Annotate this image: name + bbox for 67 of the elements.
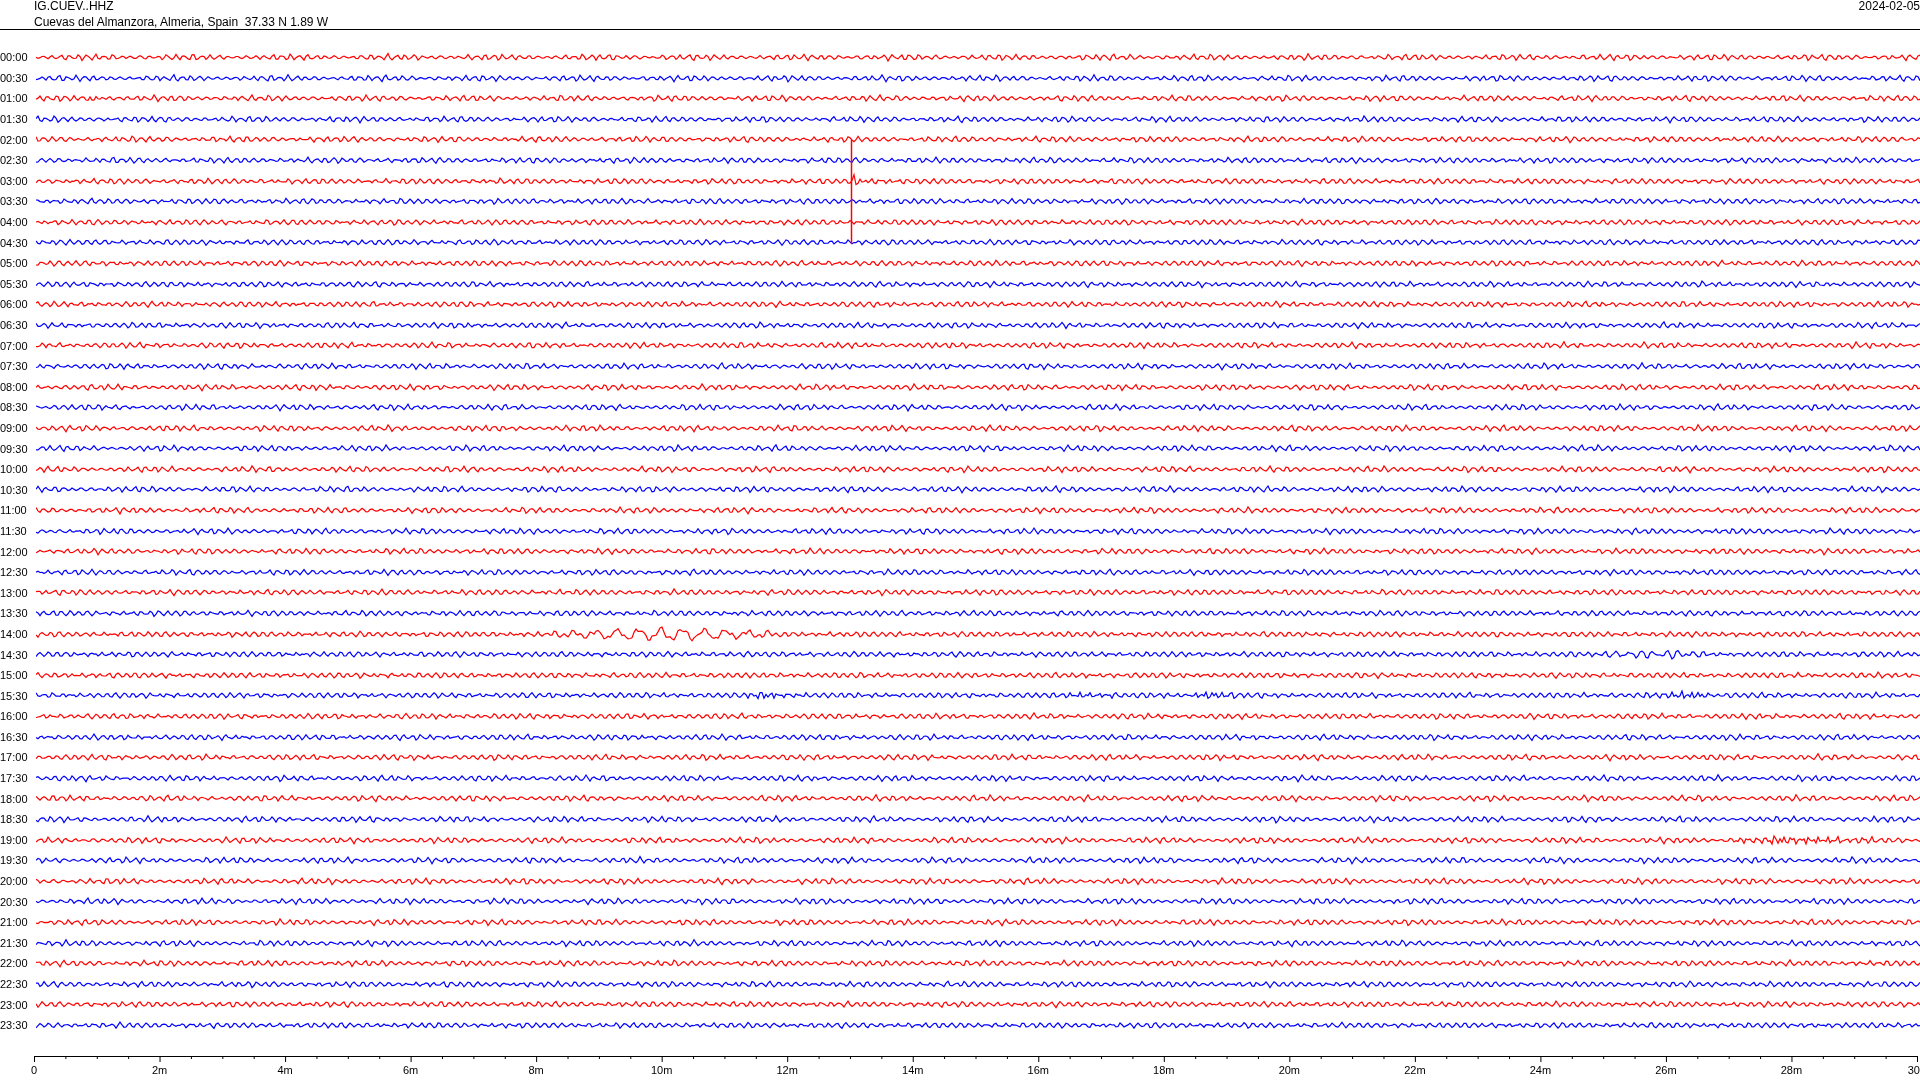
time-label: 02:00	[0, 133, 29, 146]
time-label: 16:30	[0, 730, 29, 743]
time-label: 13:00	[0, 586, 29, 599]
time-label: 13:30	[0, 607, 29, 620]
axis-label: 16m	[1027, 1063, 1049, 1076]
time-label: 00:30	[0, 71, 29, 84]
time-label: 01:00	[0, 92, 29, 105]
time-label: 07:30	[0, 360, 29, 373]
station-code: IG.CUEV..HHZ	[34, 0, 115, 13]
station-location: Cuevas del Almanzora, Almeria, Spain 37.33 N 1.89 W	[34, 16, 329, 29]
time-label: 14:30	[0, 648, 29, 661]
axis-label: 14m	[902, 1063, 924, 1076]
time-label: 18:00	[0, 792, 29, 805]
time-label: 05:00	[0, 257, 29, 270]
time-label: 10:00	[0, 463, 29, 476]
time-label: 19:00	[0, 833, 29, 846]
time-label: 01:30	[0, 113, 29, 126]
time-label: 05:30	[0, 277, 29, 290]
time-label: 15:30	[0, 689, 29, 702]
axis-label: 30	[1907, 1063, 1920, 1076]
axis-label: 26m	[1655, 1063, 1677, 1076]
axis-label: 22m	[1404, 1063, 1426, 1076]
time-label: 17:30	[0, 772, 29, 785]
time-label: 02:30	[0, 154, 29, 167]
time-label: 06:00	[0, 298, 29, 311]
time-label: 03:30	[0, 195, 29, 208]
time-label: 22:30	[0, 978, 29, 990]
time-label: 11:30	[0, 524, 28, 537]
time-label: 12:30	[0, 566, 29, 579]
time-label: 15:00	[0, 669, 29, 682]
time-label: 12:00	[0, 545, 29, 558]
axis-label: 24m	[1529, 1063, 1552, 1076]
time-label: 00:00	[0, 51, 29, 64]
time-label: 07:00	[0, 339, 29, 352]
time-label: 10:30	[0, 483, 29, 496]
axis-label: 2m	[151, 1063, 168, 1076]
time-label: 18:30	[0, 813, 29, 826]
time-label: 22:00	[0, 957, 29, 970]
time-label: 03:00	[0, 174, 29, 187]
time-label: 23:00	[0, 998, 29, 1011]
time-label: 19:30	[0, 854, 29, 867]
time-label: 06:30	[0, 319, 29, 331]
time-label: 04:00	[0, 216, 29, 229]
time-label: 21:30	[0, 936, 29, 949]
axis-label: 28m	[1780, 1063, 1803, 1076]
time-label: 09:30	[0, 442, 29, 455]
time-label: 20:00	[0, 875, 29, 888]
time-label: 04:30	[0, 236, 29, 249]
axis-label: 6m	[402, 1063, 419, 1076]
time-label: 14:00	[0, 627, 29, 640]
time-label: 16:00	[0, 710, 29, 723]
axis-label: 8m	[528, 1063, 544, 1076]
time-label: 08:30	[0, 401, 29, 414]
axis-label: 20m	[1278, 1063, 1301, 1076]
time-label: 17:00	[0, 751, 29, 764]
axis-label: 10m	[650, 1063, 673, 1076]
axis-label: 4m	[277, 1063, 293, 1076]
axis-label: 0	[30, 1063, 38, 1076]
axis-label: 18m	[1153, 1063, 1175, 1076]
time-label: 23:30	[0, 1019, 29, 1032]
time-label: 09:00	[0, 422, 29, 434]
time-label: 20:30	[0, 895, 29, 908]
plot-date: 2024-02-05	[1858, 0, 1920, 13]
axis-label: 12m	[776, 1063, 798, 1076]
time-label: 08:00	[0, 380, 29, 393]
time-label: 11:00	[0, 504, 28, 517]
time-label: 21:00	[0, 916, 29, 929]
